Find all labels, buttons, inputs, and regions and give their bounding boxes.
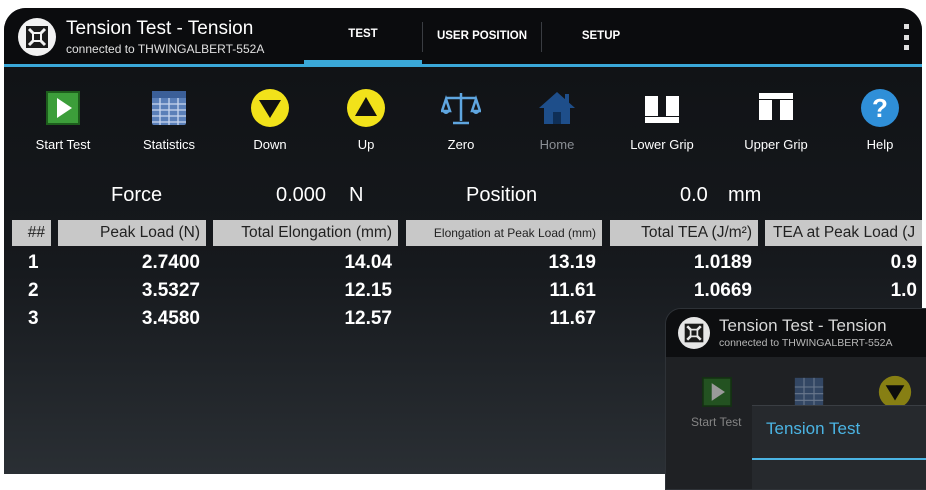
overlay-subtitle: connected to THWINGALBERT-552A — [719, 337, 893, 349]
position-label: Position — [466, 184, 538, 206]
table-cell-total-elongation: 12.15 — [344, 280, 392, 301]
start-test-label: Start Test — [35, 137, 91, 152]
statistics-button[interactable]: Statistics — [119, 88, 219, 158]
svg-text:?: ? — [872, 93, 888, 123]
overlay-logo-icon[interactable] — [678, 317, 710, 349]
table-cell-elongation-at-peak: 11.67 — [549, 308, 597, 329]
table-cell-elongation-at-peak: 13.19 — [548, 252, 596, 273]
home-label: Home — [539, 137, 575, 152]
up-button[interactable]: Up — [316, 88, 416, 158]
force-label: Force — [111, 184, 163, 206]
overflow-menu-icon[interactable] — [902, 24, 910, 50]
lower-grip-button[interactable]: Lower Grip — [612, 88, 712, 158]
table-cell-peak-load: 3.5327 — [141, 280, 200, 301]
column-header-elongation-at-peak[interactable]: Elongation at Peak Load (mm) — [406, 220, 602, 246]
help-icon: ? — [860, 88, 900, 128]
dialog-title: Tension Test — [766, 419, 861, 438]
table-cell-peak-load: 2.7400 — [141, 252, 200, 273]
home-button[interactable]: Home — [507, 88, 607, 158]
column-header-total-elongation[interactable]: Total Elongation (mm) — [213, 220, 398, 246]
column-header-total-tea[interactable]: Total TEA (J/m²) — [610, 220, 758, 246]
overlay-screen: Tension Test - Tension connected to THWI… — [665, 308, 926, 490]
connection-status: connected to THWINGALBERT-552A — [66, 42, 265, 56]
column-header-number[interactable]: ## — [12, 220, 51, 246]
zero-button[interactable]: Zero — [411, 88, 511, 158]
table-cell-total-elongation: 12.57 — [344, 308, 392, 329]
tension-test-dialog: Tension Test — [752, 405, 926, 489]
statistics-grid-icon — [149, 88, 189, 128]
help-button[interactable]: ? Help — [830, 88, 922, 158]
tab-test[interactable]: TEST — [304, 8, 422, 64]
table-cell-elongation-at-peak: 11.61 — [549, 280, 597, 301]
play-icon — [43, 88, 83, 128]
zero-label: Zero — [447, 137, 475, 152]
statistics-label: Statistics — [142, 137, 195, 152]
app-title: Tension Test - Tension — [66, 18, 254, 39]
tab-setup[interactable]: SETUP — [542, 8, 660, 64]
upper-grip-button[interactable]: Upper Grip — [726, 88, 826, 158]
tab-user-position[interactable]: USER POSITION — [423, 8, 541, 64]
force-unit: N — [349, 184, 364, 206]
force-value: 0.000 — [276, 184, 327, 206]
lower-grip-icon — [642, 88, 682, 128]
column-header-tea-at-peak[interactable]: TEA at Peak Load (J — [765, 220, 922, 246]
down-label: Down — [253, 137, 287, 152]
table-cell-total-tea: 1.0669 — [693, 280, 752, 301]
down-button[interactable]: Down — [220, 88, 320, 158]
help-label: Help — [866, 137, 894, 152]
balance-scale-icon — [441, 88, 481, 128]
table-cell-total-tea: 1.0189 — [693, 252, 752, 273]
lower-grip-label: Lower Grip — [630, 137, 694, 152]
up-arrow-icon — [346, 88, 386, 128]
up-label: Up — [357, 137, 375, 152]
down-arrow-icon — [250, 88, 290, 128]
position-value: 0.0 — [680, 184, 708, 206]
column-header-peak-load[interactable]: Peak Load (N) — [58, 220, 206, 246]
table-cell-tea-at-peak: 1.0 — [890, 280, 917, 301]
overlay-title: Tension Test - Tension — [719, 316, 887, 335]
overlay-action-bar: Tension Test - Tension connected to THWI… — [666, 309, 926, 357]
table-cell-tea-at-peak: 0.9 — [890, 252, 917, 273]
table-cell-total-elongation: 14.04 — [344, 252, 392, 273]
dialog-divider — [752, 458, 926, 460]
start-test-button[interactable]: Start Test — [13, 88, 113, 158]
upper-grip-icon — [756, 88, 796, 128]
table-cell-peak-load: 3.4580 — [141, 308, 200, 329]
upper-grip-label: Upper Grip — [744, 137, 808, 152]
action-bar: Tension Test - Tension connected to THWI… — [4, 8, 922, 67]
home-icon — [537, 88, 577, 128]
position-unit: mm — [728, 184, 762, 206]
app-logo-icon[interactable] — [18, 18, 56, 56]
